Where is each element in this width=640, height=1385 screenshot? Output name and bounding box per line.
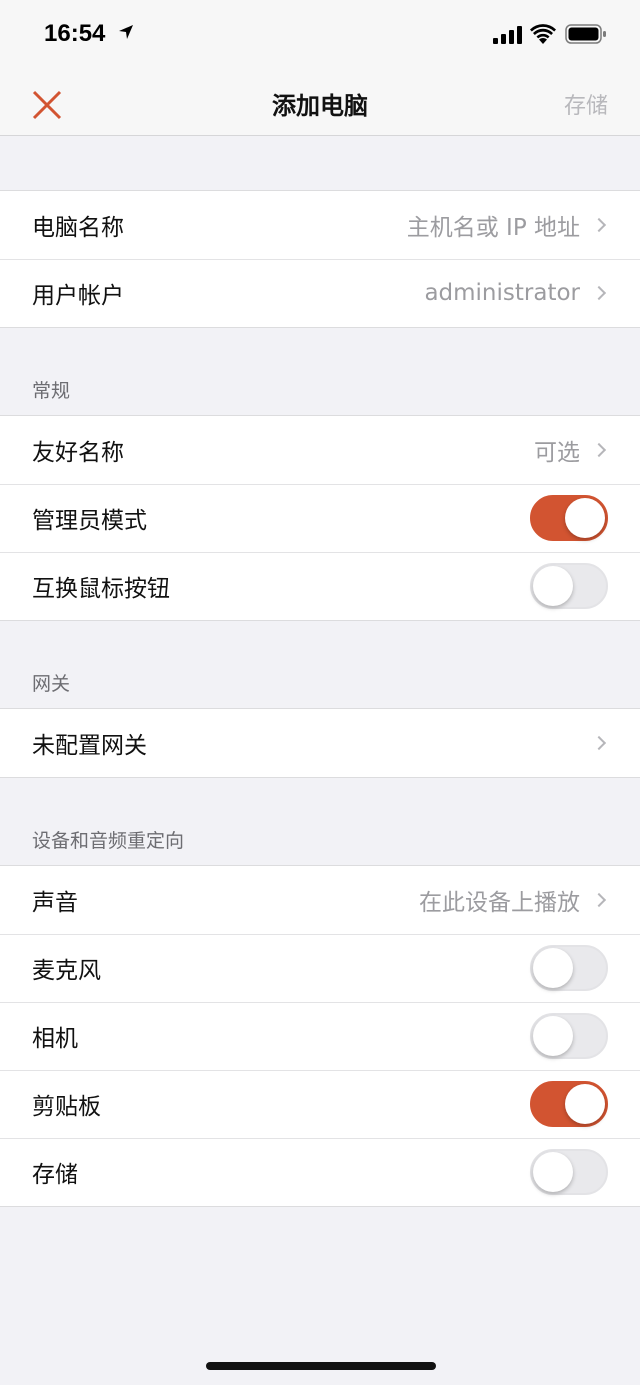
microphone-label: 麦克风 — [32, 958, 101, 984]
admin-mode-row: 管理员模式 — [0, 484, 640, 552]
toggle-knob — [533, 566, 573, 606]
swap-mouse-label: 互换鼠标按钮 — [32, 576, 170, 602]
section-header-general-label: 常规 — [32, 380, 71, 402]
section-header-gateway: 网关 — [0, 621, 640, 708]
camera-toggle[interactable] — [530, 1013, 608, 1059]
nav-bar: 添加电脑 存储 — [0, 68, 640, 136]
camera-row: 相机 — [0, 1002, 640, 1070]
chevron-right-icon — [591, 217, 607, 233]
status-bar: 16:54 — [0, 0, 640, 68]
microphone-row: 麦克风 — [0, 934, 640, 1002]
user-account-row[interactable]: 用户帐户 administrator — [0, 259, 640, 327]
friendly-name-value: 可选 — [534, 440, 580, 466]
storage-toggle[interactable] — [530, 1149, 608, 1195]
general-group: 友好名称 可选 管理员模式 互换鼠标按钮 — [0, 415, 640, 621]
toggle-knob — [565, 498, 605, 538]
pc-name-label: 电脑名称 — [32, 215, 124, 241]
friendly-name-label: 友好名称 — [32, 440, 124, 466]
user-account-label: 用户帐户 — [32, 283, 124, 309]
section-header-general: 常规 — [0, 328, 640, 415]
gateway-row[interactable]: 未配置网关 — [0, 709, 640, 777]
toggle-knob — [533, 1152, 573, 1192]
clipboard-toggle[interactable] — [530, 1081, 608, 1127]
section-header-redirection-label: 设备和音频重定向 — [32, 830, 185, 852]
gateway-label: 未配置网关 — [32, 733, 147, 759]
sound-label: 声音 — [32, 890, 78, 916]
sound-row[interactable]: 声音 在此设备上播放 — [0, 866, 640, 934]
microphone-toggle[interactable] — [530, 945, 608, 991]
user-account-value: administrator — [424, 280, 580, 306]
friendly-name-row[interactable]: 友好名称 可选 — [0, 416, 640, 484]
admin-mode-toggle[interactable] — [530, 495, 608, 541]
location-arrow-icon — [119, 25, 133, 39]
home-indicator[interactable] — [206, 1362, 436, 1370]
clipboard-row: 剪贴板 — [0, 1070, 640, 1138]
chevron-right-icon — [591, 735, 607, 751]
toggle-knob — [565, 1084, 605, 1124]
clipboard-label: 剪贴板 — [32, 1094, 101, 1120]
chevron-right-icon — [591, 892, 607, 908]
pc-name-placeholder: 主机名或 IP 地址 — [406, 215, 580, 241]
status-time: 16:54 — [44, 20, 106, 47]
admin-mode-label: 管理员模式 — [32, 508, 147, 534]
section-header-gateway-label: 网关 — [32, 673, 71, 695]
redirection-group: 声音 在此设备上播放 麦克风 相机 剪贴板 存储 — [0, 865, 640, 1207]
battery-icon — [565, 24, 606, 44]
storage-row: 存储 — [0, 1138, 640, 1206]
section-header-redirection: 设备和音频重定向 — [0, 778, 640, 865]
swap-mouse-toggle[interactable] — [530, 563, 608, 609]
pc-name-row[interactable]: 电脑名称 主机名或 IP 地址 — [0, 191, 640, 259]
sound-value: 在此设备上播放 — [419, 890, 580, 916]
chevron-right-icon — [591, 442, 607, 458]
gateway-group: 未配置网关 — [0, 708, 640, 778]
camera-label: 相机 — [32, 1026, 78, 1052]
toggle-knob — [533, 1016, 573, 1056]
cellular-signal-icon — [493, 26, 522, 44]
connection-group: 电脑名称 主机名或 IP 地址 用户帐户 administrator — [0, 190, 640, 328]
chevron-right-icon — [591, 285, 607, 301]
toggle-knob — [533, 948, 573, 988]
storage-label: 存储 — [32, 1162, 78, 1188]
swap-mouse-row: 互换鼠标按钮 — [0, 552, 640, 620]
page-title: 添加电脑 — [272, 92, 368, 120]
save-button[interactable]: 存储 — [564, 88, 608, 120]
wifi-icon — [530, 24, 556, 44]
